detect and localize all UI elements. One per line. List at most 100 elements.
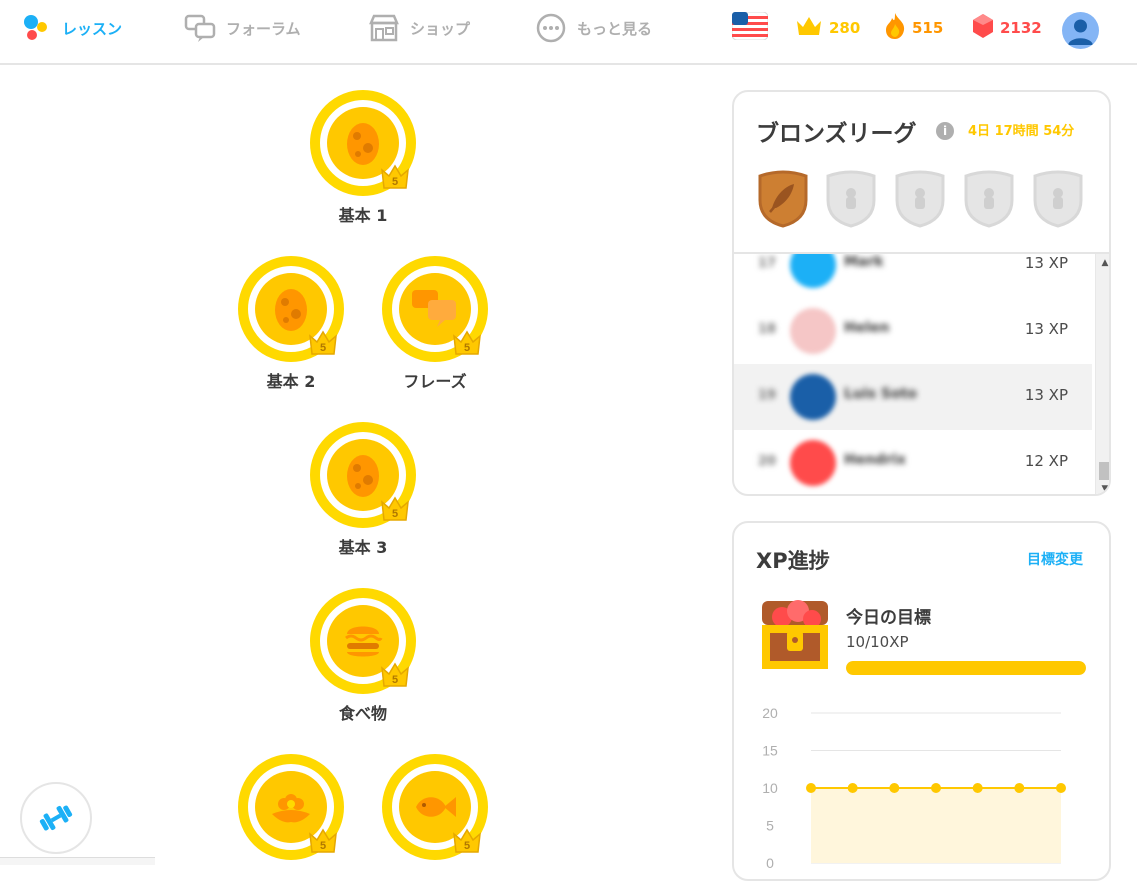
user-avatar-icon[interactable] — [1062, 12, 1099, 49]
skill-basics-3[interactable]: 5 基本 3 — [308, 422, 418, 558]
skill-badge: 5 — [310, 588, 416, 694]
skill-badge: 5 — [382, 754, 488, 860]
gems-counter[interactable]: 2132 — [972, 0, 1042, 56]
crown-level-icon: 5 — [308, 330, 338, 356]
fish-icon — [416, 797, 456, 817]
status-strip — [0, 857, 155, 865]
rank-number: 20 — [758, 454, 777, 469]
svg-text:5: 5 — [392, 674, 398, 686]
daily-goal-label: 今日の目標 — [846, 608, 931, 628]
more-dots-icon — [535, 12, 567, 44]
rank-number: 17 — [758, 256, 777, 271]
flame-icon — [884, 12, 906, 44]
nav-shop[interactable]: ショップ — [368, 0, 470, 56]
bronze-feather-badge-icon — [756, 168, 810, 228]
change-goal-link[interactable]: 目標変更 — [1027, 549, 1083, 569]
skill-badge: 5 — [238, 256, 344, 362]
leaderboard-row-current-user[interactable]: 19 Luis Soto 13 XP — [734, 364, 1092, 430]
crown-level-icon: 5 — [380, 496, 410, 522]
skill-badge: 5 — [238, 754, 344, 860]
svg-text:5: 5 — [464, 342, 470, 354]
rank-number: 19 — [758, 388, 777, 403]
nav-lessons[interactable]: レッスン — [20, 0, 122, 56]
streak-count: 515 — [912, 19, 944, 37]
user-avatar-icon — [790, 254, 836, 288]
nav-forum[interactable]: フォーラム — [184, 0, 301, 56]
scrollbar-thumb[interactable] — [1099, 462, 1109, 480]
leaderboard-row[interactable]: 20 Hendrix 12 XP — [734, 430, 1092, 494]
nav-shop-label: ショップ — [410, 19, 471, 38]
league-timer: 4日 17時間 54分 — [968, 124, 1075, 139]
chart-data-point — [847, 783, 858, 793]
svg-text:5: 5 — [320, 342, 326, 354]
skill-basics-1[interactable]: 5 基本 1 — [308, 90, 418, 226]
svg-text:5: 5 — [392, 176, 398, 188]
leaderboard-scrollbar[interactable]: ▲ ▼ — [1095, 254, 1109, 494]
chart-data-point — [1056, 783, 1066, 793]
league-panel: ブロンズリーグ i 4日 17時間 54分 17 Mark 13 XP 18 H… — [732, 90, 1111, 496]
skill-phrases[interactable]: 5 フレーズ — [380, 256, 490, 392]
forum-speech-bubbles-icon — [184, 12, 216, 44]
gem-icon — [972, 13, 994, 43]
scroll-up-icon[interactable]: ▲ — [1100, 258, 1109, 268]
leaderboard-row[interactable]: 18 Helen 13 XP — [734, 298, 1092, 364]
chart-y-tick-label: 20 — [762, 705, 778, 721]
practice-button[interactable] — [20, 782, 92, 854]
leaderboard-list[interactable]: 17 Mark 13 XP 18 Helen 13 XP 19 Luis Sot… — [734, 252, 1109, 494]
user-avatar-icon — [790, 308, 836, 354]
skill-flower[interactable]: 5 — [236, 754, 346, 860]
league-title: ブロンズリーグ — [756, 121, 917, 147]
chart-data-point — [931, 783, 941, 793]
nav-more[interactable]: もっと見る — [535, 0, 652, 56]
locked-league-badge-icon — [893, 168, 947, 228]
chart-area — [811, 788, 1061, 863]
shop-storefront-icon — [368, 12, 400, 44]
xp-panel-title: XP進捗 — [756, 549, 830, 573]
speech-bubbles-icon — [412, 290, 456, 327]
user-avatar-icon — [790, 374, 836, 420]
burger-icon — [345, 626, 383, 657]
streak-counter[interactable]: 515 — [884, 0, 943, 56]
user-name: Helen — [844, 320, 890, 336]
egg-icon — [275, 289, 307, 331]
lessons-dots-icon — [20, 12, 52, 44]
chart-y-tick-label: 0 — [766, 855, 774, 871]
crown-level-icon: 5 — [452, 828, 482, 854]
skill-fish[interactable]: 5 — [380, 754, 490, 860]
crown-level-icon: 5 — [380, 662, 410, 688]
rank-number: 18 — [758, 322, 777, 337]
chart-y-tick-label: 5 — [766, 818, 774, 834]
crown-level-icon: 5 — [308, 828, 338, 854]
nav-forum-label: フォーラム — [226, 19, 301, 38]
user-xp: 13 XP — [1024, 386, 1068, 404]
user-xp: 12 XP — [1024, 452, 1068, 470]
us-flag-icon — [731, 11, 769, 44]
skill-badge: 5 — [310, 422, 416, 528]
svg-text:5: 5 — [320, 840, 326, 852]
top-navigation: レッスン フォーラム ショップ もっと見る 280 515 2132 — [0, 0, 1137, 65]
xp-progress-panel: XP進捗 目標変更 今日の目標 10/10XP 20 15 10 5 0 — [732, 521, 1111, 881]
daily-goal-progress-bar — [846, 661, 1086, 675]
nav-more-label: もっと見る — [577, 19, 653, 38]
daily-goal-value: 10/10XP — [846, 633, 909, 651]
scroll-down-icon[interactable]: ▼ — [1100, 484, 1109, 494]
user-name: Hendrix — [844, 452, 906, 468]
chart-y-tick-label: 10 — [762, 780, 778, 796]
crowns-counter[interactable]: 280 — [795, 0, 860, 56]
skill-food[interactable]: 5 食べ物 — [308, 588, 418, 724]
chart-data-point — [972, 783, 983, 793]
skill-label: 食べ物 — [338, 704, 387, 723]
language-selector[interactable] — [731, 0, 769, 56]
chart-data-point — [806, 783, 816, 793]
egg-icon — [347, 455, 379, 497]
leaderboard-row[interactable]: 17 Mark 13 XP — [734, 254, 1092, 298]
egg-icon — [347, 123, 379, 165]
skill-basics-2[interactable]: 5 基本 2 — [236, 256, 346, 392]
skill-label: 基本 2 — [266, 372, 316, 391]
flower-icon — [272, 794, 310, 823]
locked-league-badge-icon — [962, 168, 1016, 228]
user-xp: 13 XP — [1024, 320, 1068, 338]
skill-badge: 5 — [382, 256, 488, 362]
user-name: Luis Soto — [844, 386, 917, 402]
info-icon[interactable]: i — [936, 122, 954, 140]
